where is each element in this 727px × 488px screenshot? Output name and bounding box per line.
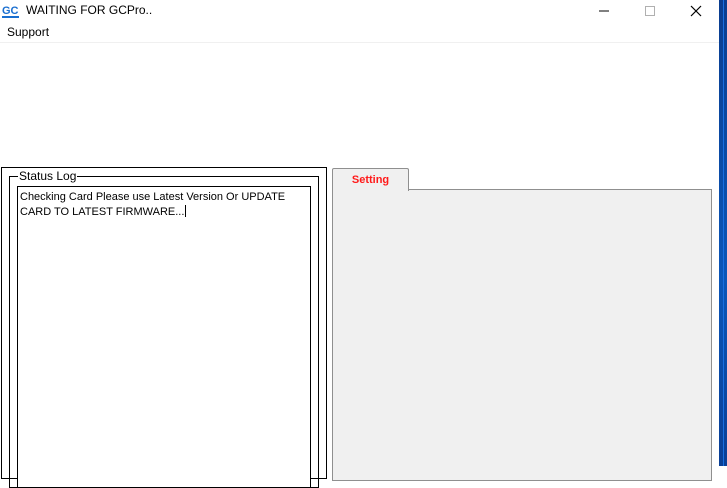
svg-text:GC: GC [2, 5, 19, 17]
status-log-textbox[interactable]: Checking Card Please use Latest Version … [17, 186, 311, 488]
desktop-background-line [723, 0, 724, 466]
minimize-button[interactable] [581, 0, 627, 22]
status-log-title: Status Log [18, 169, 78, 183]
menu-bar: Support [0, 22, 719, 43]
gc-logo-icon: GC [2, 3, 20, 21]
close-icon [690, 5, 702, 17]
text-caret [185, 205, 187, 217]
maximize-icon [645, 6, 655, 16]
menu-support[interactable]: Support [7, 25, 49, 39]
close-button[interactable] [673, 0, 719, 22]
tab-join [333, 188, 407, 190]
window-title: WAITING FOR GCPro.. [26, 3, 153, 17]
status-log-panel: Status Log Checking Card Please use Late… [1, 167, 327, 488]
setting-tab-panel [332, 189, 712, 481]
title-bar: GC WAITING FOR GCPro.. [0, 0, 719, 22]
maximize-button[interactable] [627, 0, 673, 22]
tab-setting-label: Setting [351, 174, 390, 186]
status-log-text: Checking Card Please use Latest Version … [20, 191, 286, 218]
minimize-icon [599, 10, 609, 12]
status-log-groupbox: Status Log Checking Card Please use Late… [9, 169, 319, 488]
status-log-text-wrap: Checking Card Please use Latest Version … [20, 190, 308, 220]
